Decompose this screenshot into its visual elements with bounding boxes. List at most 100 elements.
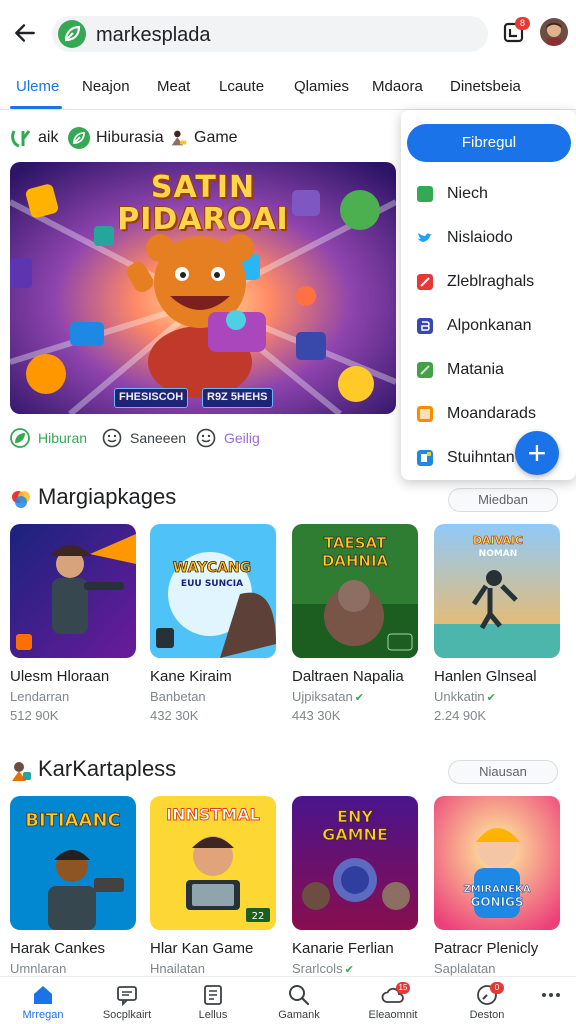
app-card[interactable]: INNSTMAL 22 Hlar Kan Game Hnailatan <box>150 796 278 976</box>
menu-item-matania[interactable]: Matania <box>417 358 504 382</box>
red-edit-icon <box>417 274 433 290</box>
menu-item-label: Nislaiodo <box>447 229 513 246</box>
tab-qlamies[interactable]: Qlamies <box>294 78 349 95</box>
menu-item-niech[interactable]: Niech <box>417 182 488 206</box>
nav-item-lellus[interactable]: Lellus <box>170 977 256 1024</box>
chip-label: Hiburasia <box>96 129 164 146</box>
app-title: Daltraen Napalia <box>292 668 404 685</box>
app-title: Hanlen Glnseal <box>434 668 537 685</box>
chip-hiburasia[interactable]: Hiburasia <box>68 124 164 152</box>
menu-item-label: Moandarads <box>447 405 536 422</box>
app-header: markesplada 8 <box>0 0 576 66</box>
chat-icon <box>117 986 137 1007</box>
action-saneeen[interactable]: Saneeen <box>102 428 186 448</box>
app-developer: Srarlcols ✔ <box>292 961 420 976</box>
app-thumbnail: TAESAT DAHNIA <box>292 524 418 658</box>
arrow-left-icon[interactable] <box>12 20 38 46</box>
more-icon <box>542 993 560 997</box>
app-developer: Umnlaran <box>10 961 67 976</box>
chip-game[interactable]: Game <box>170 124 238 152</box>
app-card[interactable]: ENY GAMNE Kanarie Ferlian Srarlcols ✔ <box>292 796 420 976</box>
nav-label: Lellus <box>198 1009 228 1021</box>
section-header: KarKartapless Niausan <box>10 756 566 786</box>
brand-mark-icon <box>11 130 31 148</box>
app-downloads: 432 30K <box>150 708 199 723</box>
gamer-icon <box>12 762 31 781</box>
chip-aik[interactable]: aik <box>10 124 58 152</box>
app-card[interactable]: DAIVAIC NOMAN Hanlen Glnseal Unkkatin ✔ 2… <box>434 524 562 723</box>
banner-title: SATIN PIDAROAI <box>10 172 396 236</box>
nav-item-more[interactable] <box>508 977 576 1024</box>
nav-label: Gamank <box>278 1009 320 1021</box>
primary-menu-button[interactable]: Fibregul <box>407 124 571 162</box>
thumb-title: INNSTMAL <box>166 805 260 824</box>
see-more-button[interactable]: Miedban <box>448 488 558 512</box>
section-title: Margiapkages <box>38 484 177 509</box>
add-fab-button[interactable]: + <box>515 431 559 475</box>
app-developer: Saplalatan <box>434 961 496 976</box>
tab-mdaora[interactable]: Mdaora <box>372 78 423 95</box>
menu-item-label: Stuihntan <box>447 449 515 466</box>
search-input[interactable]: markesplada <box>96 24 211 47</box>
developer-name: Ujpiksatan <box>292 689 353 704</box>
menu-item-nislaiodo[interactable]: Nislaiodo <box>417 226 513 250</box>
app-title: Kane Kiraim <box>150 668 232 685</box>
blue-letter-icon <box>417 318 433 334</box>
app-thumbnail: WAYCANG EUU SUNCIA <box>150 524 276 658</box>
avatar[interactable] <box>540 18 568 46</box>
app-title: Patracr Plenicly <box>434 940 539 957</box>
nav-badge: 0 <box>490 982 504 994</box>
action-label: Geilig <box>224 430 260 446</box>
tab-lcaute[interactable]: Lcaute <box>219 78 264 95</box>
app-thumbnail: INNSTMAL 22 <box>150 796 276 930</box>
tab-meat[interactable]: Meat <box>157 78 190 95</box>
thumb-badge: 22 <box>252 911 265 922</box>
banner-tag: R9Z 5HEHS <box>202 388 273 408</box>
menu-item-label: Matania <box>447 361 504 378</box>
section-header: Margiapkages Miedban <box>10 484 566 514</box>
app-thumbnail <box>10 524 136 658</box>
thumb-subtitle: NOMAN <box>479 549 518 559</box>
active-tab-indicator <box>10 106 62 109</box>
app-card[interactable]: BITIAANC Harak Cankes Umnlaran <box>10 796 138 976</box>
nav-item-social[interactable]: Socplkairt <box>84 977 170 1024</box>
featured-banner[interactable]: SATIN PIDAROAI FHESISCOH R9Z 5HEHS <box>10 162 396 414</box>
menu-item-alponkanan[interactable]: Alponkanan <box>417 314 532 338</box>
search-bar[interactable]: markesplada <box>52 16 488 52</box>
app-card[interactable]: Ulesm Hloraan Lendarran 512 90K <box>10 524 138 723</box>
leaf-icon <box>68 127 90 149</box>
nav-label: Socplkairt <box>102 1009 152 1021</box>
green-slash-icon <box>417 362 433 378</box>
colorful-logo-icon <box>12 491 30 508</box>
app-title: Kanarie Ferlian <box>292 940 394 957</box>
smiley-icon <box>102 428 122 448</box>
thumb-title: ZMIRANEKA <box>463 884 530 895</box>
dropdown-menu: Fibregul Niech Nislaiodo Zleblraghals Al… <box>401 110 576 480</box>
nav-item-gamank[interactable]: Gamank <box>256 977 342 1024</box>
thumb-title: DAIVAIC <box>473 534 523 547</box>
developer-name: Unkkatin <box>434 689 485 704</box>
app-developer: Lendarran <box>10 689 70 704</box>
orange-window-icon <box>417 406 433 422</box>
app-thumbnail: BITIAANC <box>10 796 136 930</box>
nav-item-eleaomnit[interactable]: Eleaomnit <box>350 977 436 1024</box>
tab-uleme[interactable]: Uleme <box>16 78 59 95</box>
category-tabs: Uleme Neajon Meat Lcaute Qlamies Mdaora … <box>0 66 576 110</box>
menu-item-moandarads[interactable]: Moandarads <box>417 402 536 426</box>
green-square-icon <box>417 186 433 202</box>
menu-item-zleblraghals[interactable]: Zleblraghals <box>417 270 534 294</box>
notification-badge: 8 <box>515 17 530 30</box>
app-card[interactable]: ZMIRANEKA GONIGS Patracr Plenicly Saplal… <box>434 796 562 976</box>
action-hiburan[interactable]: Hiburan <box>10 428 87 448</box>
see-more-button[interactable]: Niausan <box>448 760 558 784</box>
action-geilig[interactable]: Geilig <box>196 428 260 448</box>
tab-neajon[interactable]: Neajon <box>82 78 130 95</box>
app-card[interactable]: TAESAT DAHNIA Daltraen Napalia Ujpiksata… <box>292 524 420 723</box>
menu-item-label: Zleblraghals <box>447 273 535 290</box>
nav-item-home[interactable]: Mrregan <box>0 977 86 1024</box>
app-card[interactable]: WAYCANG EUU SUNCIA Kane Kiraim Banbetan … <box>150 524 278 723</box>
menu-item-stuihntan[interactable]: Stuihntan <box>417 446 515 470</box>
bird-icon <box>418 233 432 242</box>
tab-dinetsbeia[interactable]: Dinetsbeia <box>450 78 521 95</box>
gamer-icon <box>171 130 187 146</box>
